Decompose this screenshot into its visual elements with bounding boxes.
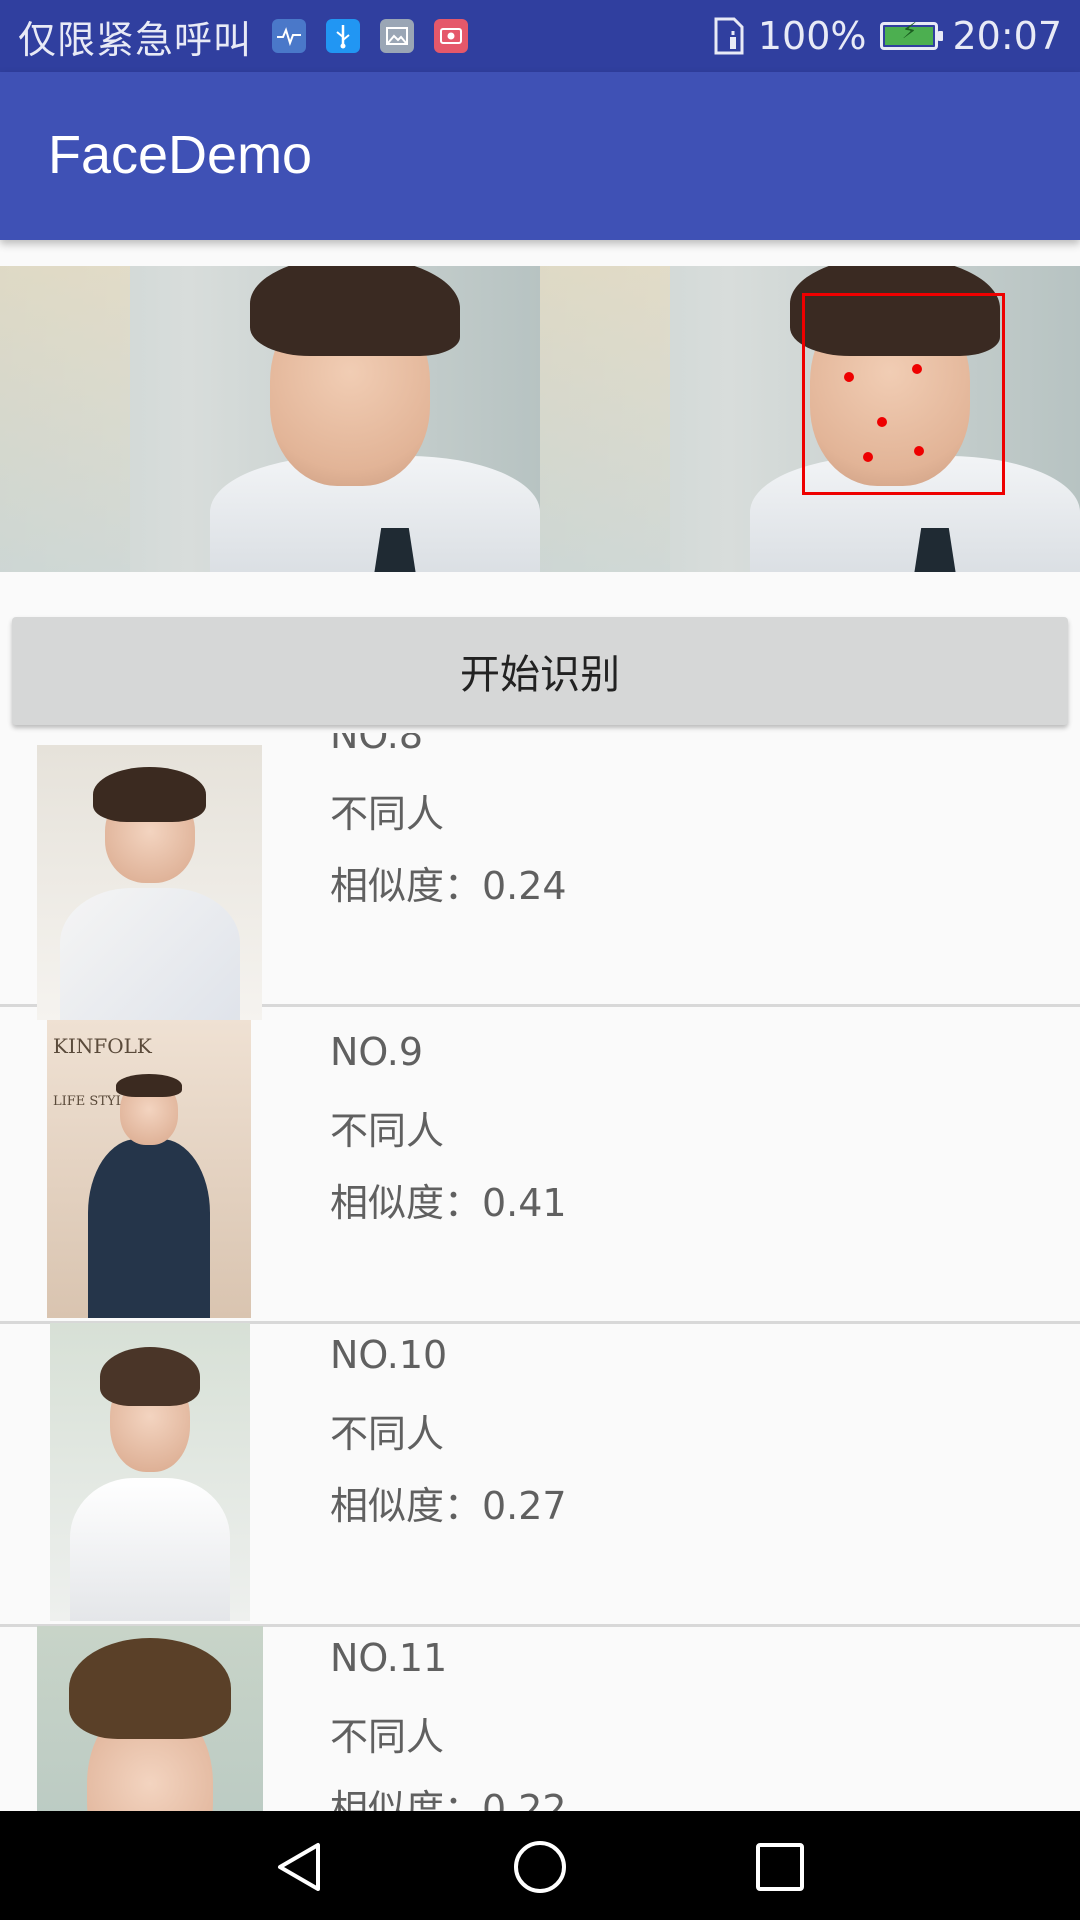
landmark-nose [877, 417, 887, 427]
landmark-mouth-left [863, 452, 873, 462]
battery-icon: ⚡ [880, 19, 944, 50]
list-item[interactable]: NO.8 不同人 相似度：0.24 [0, 733, 1080, 1020]
list-item[interactable]: KINFOLK LIFE STYLE NO.9 不同人 相似度：0.41 [0, 1020, 1080, 1324]
thumbnail-image: KINFOLK LIFE STYLE [47, 1020, 251, 1318]
thumbnail-image [37, 1626, 263, 1811]
face-detection-box [802, 293, 1005, 495]
thumbnail-image [37, 745, 262, 1020]
item-similarity: 相似度：0.27 [330, 1484, 567, 1528]
detected-photo [540, 266, 1080, 572]
list-item[interactable]: NO.10 不同人 相似度：0.27 [0, 1323, 1080, 1627]
item-status: 不同人 [330, 1715, 445, 1759]
magazine-brand-text: KINFOLK [53, 1034, 152, 1058]
status-left: 仅限紧急呼叫 [18, 0, 469, 72]
status-right: 100% ⚡ 20:07 [712, 0, 1062, 72]
gallery-icon [380, 19, 415, 53]
home-icon[interactable] [512, 1839, 568, 1895]
photo-row [0, 266, 1080, 572]
item-number: NO.10 [330, 1333, 448, 1377]
health-icon [272, 19, 307, 53]
landmark-right-eye [912, 364, 922, 374]
app-title: FaceDemo [48, 125, 313, 185]
sim-card-icon [712, 17, 744, 55]
results-list[interactable]: NO.8 不同人 相似度：0.24 KINFOLK LIFE STYLE NO.… [0, 733, 1080, 1811]
back-icon[interactable] [272, 1839, 328, 1895]
app-bar: FaceDemo [0, 72, 1080, 240]
item-status: 不同人 [330, 1109, 445, 1153]
usb-icon [326, 19, 361, 53]
battery-percent: 100% [757, 14, 867, 58]
item-number: NO.11 [330, 1636, 448, 1680]
item-similarity: 相似度：0.24 [330, 864, 567, 908]
item-similarity: 相似度：0.41 [330, 1181, 567, 1225]
source-photo [0, 266, 540, 572]
list-item[interactable]: NO.11 不同人 相似度：0.22 [0, 1626, 1080, 1811]
thumbnail-image [50, 1323, 250, 1621]
screen-recorder-icon [434, 19, 469, 53]
start-recognition-button[interactable]: 开始识别 [12, 617, 1068, 725]
item-number: NO.8 [330, 733, 424, 757]
item-status: 不同人 [330, 792, 445, 836]
navigation-bar [0, 1811, 1080, 1920]
landmark-mouth-right [914, 446, 924, 456]
recents-icon[interactable] [752, 1839, 808, 1895]
item-number: NO.9 [330, 1030, 424, 1074]
clock: 20:07 [952, 14, 1062, 58]
item-similarity: 相似度：0.22 [330, 1787, 567, 1811]
status-bar: 仅限紧急呼叫 100% ⚡ 20:07 [0, 0, 1080, 72]
landmark-left-eye [844, 372, 854, 382]
item-status: 不同人 [330, 1412, 445, 1456]
emergency-calls-only-text: 仅限紧急呼叫 [18, 17, 253, 62]
